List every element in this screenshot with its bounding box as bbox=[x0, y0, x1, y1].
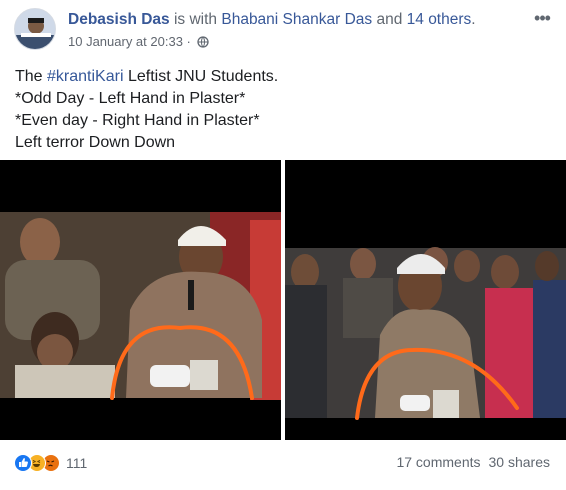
post-meta: 10 January at 20:33 · bbox=[68, 34, 210, 52]
comments-count-link[interactable]: 17 comments bbox=[396, 454, 480, 470]
with-label: is with bbox=[169, 11, 222, 28]
photo-2-image bbox=[285, 160, 566, 440]
and-label: and bbox=[372, 11, 407, 28]
more-options-icon[interactable]: ••• bbox=[530, 8, 554, 28]
post-header: Debasish Das is with Bhabani Shankar Das… bbox=[68, 10, 476, 30]
meta-separator: · bbox=[182, 34, 195, 49]
hashtag-link[interactable]: #krantiKari bbox=[47, 68, 123, 85]
reaction-count[interactable]: 111 bbox=[66, 455, 87, 471]
text-line1-rest: Leftist JNU Students. bbox=[123, 68, 279, 85]
photo-1-image bbox=[0, 160, 281, 440]
post-text-line-1: The #krantiKari Leftist JNU Students. bbox=[15, 66, 278, 88]
post-stats: 17 comments 30 shares bbox=[388, 454, 550, 470]
post-text-line-4: Left terror Down Down bbox=[15, 134, 176, 151]
tagged-person-link[interactable]: Bhabani Shankar Das bbox=[221, 11, 372, 28]
like-reaction-icon bbox=[14, 454, 32, 472]
avatar-image bbox=[15, 9, 55, 49]
reactions-summary[interactable]: 111 bbox=[14, 452, 87, 474]
globe-icon[interactable] bbox=[197, 36, 210, 52]
post-body: The #krantiKari Leftist JNU Students. *O… bbox=[15, 66, 278, 154]
header-period: . bbox=[471, 11, 476, 28]
text-prefix: The bbox=[15, 68, 48, 85]
author-name-link[interactable]: Debasish Das bbox=[68, 11, 170, 28]
facebook-post: Debasish Das is with Bhabani Shankar Das… bbox=[0, 0, 566, 490]
shares-count-link[interactable]: 30 shares bbox=[489, 454, 550, 470]
author-avatar[interactable] bbox=[14, 8, 56, 50]
post-timestamp-link[interactable]: 10 January at 20:33 bbox=[68, 34, 183, 49]
post-photo-1[interactable] bbox=[0, 160, 281, 440]
tagged-others-link[interactable]: 14 others bbox=[407, 11, 472, 28]
post-photo-2[interactable] bbox=[285, 160, 566, 440]
post-text-line-2: *Odd Day - Left Hand in Plaster* bbox=[15, 90, 246, 107]
post-text-line-3: *Even day - Right Hand in Plaster* bbox=[15, 112, 260, 129]
